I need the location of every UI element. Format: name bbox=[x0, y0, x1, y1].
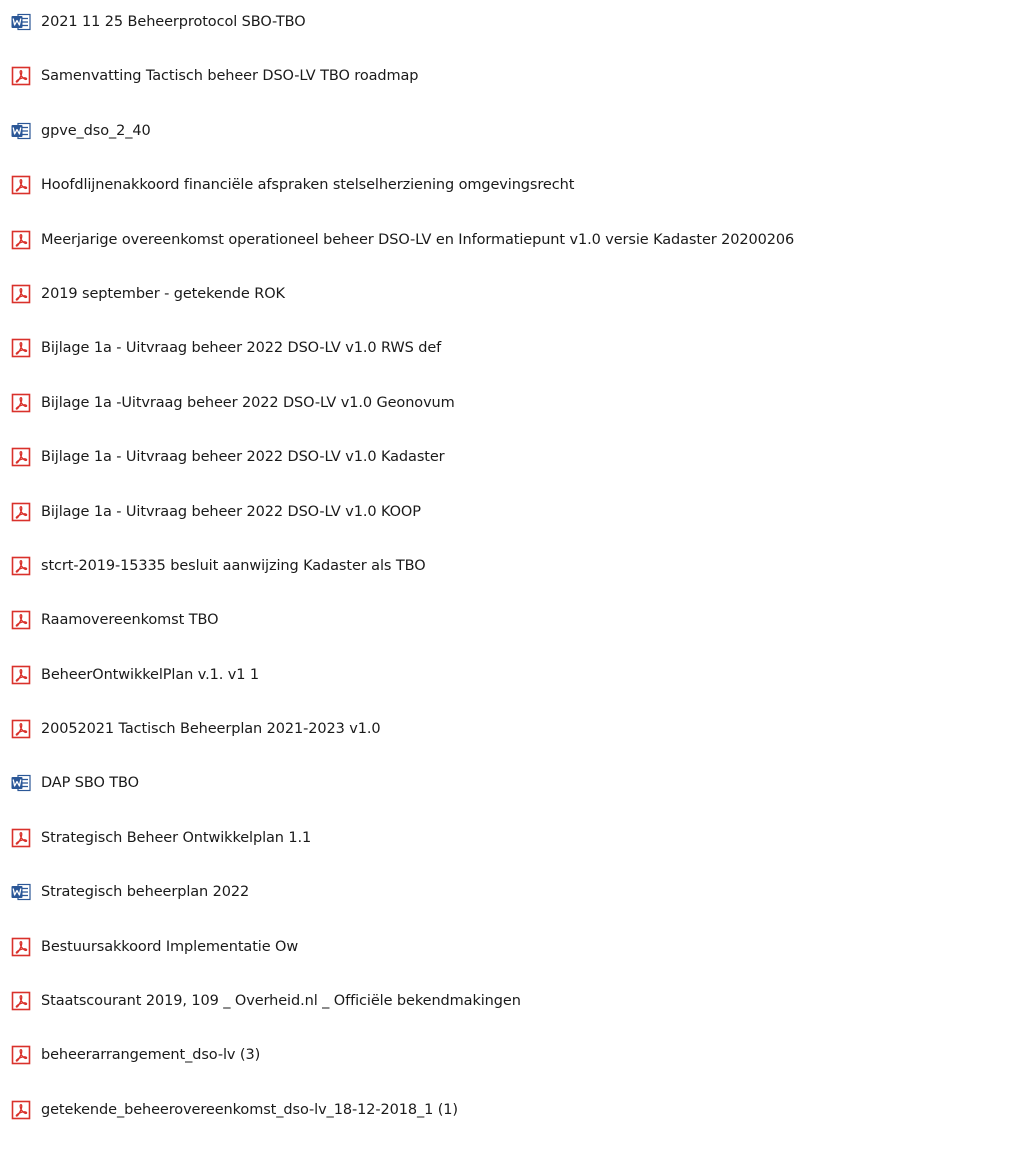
pdf-document-icon bbox=[10, 1044, 32, 1066]
pdf-document-icon bbox=[10, 65, 32, 87]
file-name: Hoofdlijnenakkoord financiële afspraken … bbox=[41, 177, 575, 194]
file-item[interactable]: Strategisch Beheer Ontwikkelplan 1.1 bbox=[10, 825, 794, 851]
file-item[interactable]: beheerarrangement_dso-lv (3) bbox=[10, 1042, 794, 1068]
file-item[interactable]: Strategisch beheerplan 2022 bbox=[10, 879, 794, 905]
pdf-document-icon bbox=[10, 664, 32, 686]
file-item[interactable]: 20052021 Tactisch Beheerplan 2021-2023 v… bbox=[10, 716, 794, 742]
file-item[interactable]: Bestuursakkoord Implementatie Ow bbox=[10, 934, 794, 960]
pdf-document-icon bbox=[10, 392, 32, 414]
pdf-document-icon bbox=[10, 990, 32, 1012]
file-name: gpve_dso_2_40 bbox=[41, 122, 151, 139]
file-item[interactable]: stcrt-2019-15335 besluit aanwijzing Kada… bbox=[10, 553, 794, 579]
file-item[interactable]: Raamovereenkomst TBO bbox=[10, 607, 794, 633]
file-item[interactable]: Samenvatting Tactisch beheer DSO-LV TBO … bbox=[10, 63, 794, 89]
file-item[interactable]: BeheerOntwikkelPlan v.1. v1 1 bbox=[10, 662, 794, 688]
word-document-icon bbox=[10, 772, 32, 794]
file-name: Bijlage 1a - Uitvraag beheer 2022 DSO-LV… bbox=[41, 340, 442, 357]
file-name: Staatscourant 2019, 109 _ Overheid.nl _ … bbox=[41, 993, 521, 1010]
file-item[interactable]: 2019 september - getekende ROK bbox=[10, 281, 794, 307]
file-name: beheerarrangement_dso-lv (3) bbox=[41, 1047, 261, 1064]
file-name: 2019 september - getekende ROK bbox=[41, 285, 285, 302]
pdf-document-icon bbox=[10, 229, 32, 251]
file-item[interactable]: Bijlage 1a - Uitvraag beheer 2022 DSO-LV… bbox=[10, 444, 794, 470]
file-list: 2021 11 25 Beheerprotocol SBO-TBO Samenv… bbox=[10, 9, 794, 1151]
pdf-document-icon bbox=[10, 1099, 32, 1121]
file-name: 20052021 Tactisch Beheerplan 2021-2023 v… bbox=[41, 721, 381, 738]
file-item[interactable]: DAP SBO TBO bbox=[10, 770, 794, 796]
file-name: Strategisch beheerplan 2022 bbox=[41, 884, 250, 901]
file-name: Samenvatting Tactisch beheer DSO-LV TBO … bbox=[41, 68, 419, 85]
file-name: Bijlage 1a - Uitvraag beheer 2022 DSO-LV… bbox=[41, 449, 445, 466]
file-item[interactable]: Bijlage 1a - Uitvraag beheer 2022 DSO-LV… bbox=[10, 499, 794, 525]
pdf-document-icon bbox=[10, 446, 32, 468]
pdf-document-icon bbox=[10, 283, 32, 305]
file-name: BeheerOntwikkelPlan v.1. v1 1 bbox=[41, 666, 259, 683]
file-name: Strategisch Beheer Ontwikkelplan 1.1 bbox=[41, 829, 312, 846]
pdf-document-icon bbox=[10, 718, 32, 740]
word-document-icon bbox=[10, 11, 32, 33]
pdf-document-icon bbox=[10, 174, 32, 196]
file-name: stcrt-2019-15335 besluit aanwijzing Kada… bbox=[41, 557, 426, 574]
file-name: getekende_beheerovereenkomst_dso-lv_18-1… bbox=[41, 1101, 458, 1118]
pdf-document-icon bbox=[10, 555, 32, 577]
file-item[interactable]: 2021 11 25 Beheerprotocol SBO-TBO bbox=[10, 9, 794, 35]
file-name: Bestuursakkoord Implementatie Ow bbox=[41, 938, 299, 955]
pdf-document-icon bbox=[10, 337, 32, 359]
file-item[interactable]: Hoofdlijnenakkoord financiële afspraken … bbox=[10, 172, 794, 198]
file-item[interactable]: gpve_dso_2_40 bbox=[10, 118, 794, 144]
file-item[interactable]: Staatscourant 2019, 109 _ Overheid.nl _ … bbox=[10, 988, 794, 1014]
file-item[interactable]: Meerjarige overeenkomst operationeel beh… bbox=[10, 227, 794, 253]
file-name: Meerjarige overeenkomst operationeel beh… bbox=[41, 231, 795, 248]
file-name: 2021 11 25 Beheerprotocol SBO-TBO bbox=[41, 14, 306, 30]
file-item[interactable]: Bijlage 1a - Uitvraag beheer 2022 DSO-LV… bbox=[10, 335, 794, 361]
file-name: Bijlage 1a - Uitvraag beheer 2022 DSO-LV… bbox=[41, 503, 421, 520]
file-name: Bijlage 1a -Uitvraag beheer 2022 DSO-LV … bbox=[41, 394, 455, 411]
pdf-document-icon bbox=[10, 609, 32, 631]
pdf-document-icon bbox=[10, 501, 32, 523]
word-document-icon bbox=[10, 881, 32, 903]
pdf-document-icon bbox=[10, 827, 32, 849]
word-document-icon bbox=[10, 120, 32, 142]
file-name: DAP SBO TBO bbox=[41, 775, 139, 792]
file-item[interactable]: getekende_beheerovereenkomst_dso-lv_18-1… bbox=[10, 1097, 794, 1123]
file-item[interactable]: Bijlage 1a -Uitvraag beheer 2022 DSO-LV … bbox=[10, 390, 794, 416]
file-name: Raamovereenkomst TBO bbox=[41, 612, 219, 629]
pdf-document-icon bbox=[10, 936, 32, 958]
